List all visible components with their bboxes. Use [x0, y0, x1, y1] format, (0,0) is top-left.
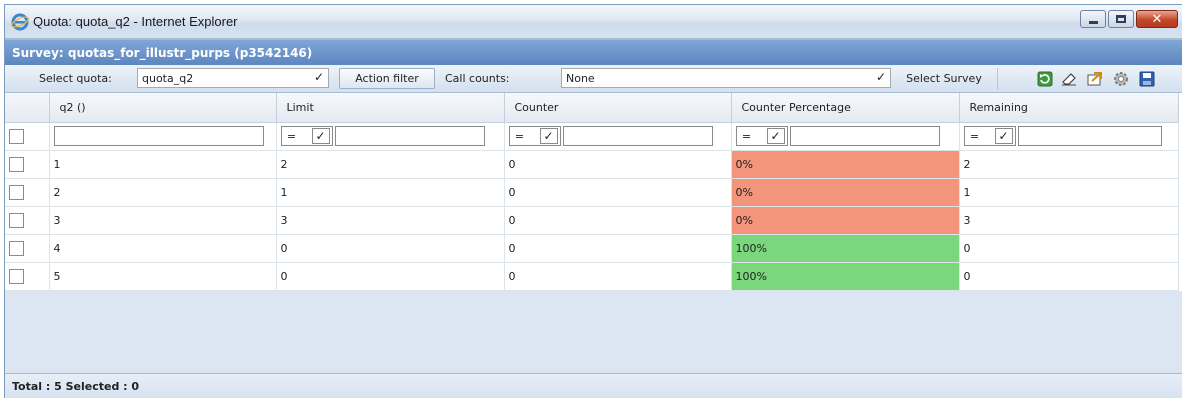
remaining-filter-operator[interactable]: = ✓: [963, 126, 1016, 146]
title-bar: Quota: quota_q2 - Internet Explorer ✕: [5, 5, 1182, 39]
maximize-button[interactable]: [1108, 10, 1134, 28]
cell-q2: 2: [49, 178, 277, 207]
select-survey-button[interactable]: Select Survey: [895, 68, 993, 89]
cell-remaining: 0: [959, 262, 1179, 291]
remaining-filter-input[interactable]: [1017, 126, 1162, 146]
gear-icon[interactable]: [1111, 69, 1131, 89]
counter-filter-input[interactable]: [562, 126, 713, 146]
table-row[interactable]: 2 1 0 0% 1: [5, 178, 1179, 207]
cell-limit: 0: [276, 262, 505, 291]
minimize-icon: [1088, 20, 1098, 24]
q2-filter-input[interactable]: [53, 126, 264, 146]
cell-limit: 0: [276, 234, 505, 263]
chevron-down-icon: ✓: [994, 128, 1013, 144]
select-quota-value: quota_q2: [142, 71, 194, 85]
refresh-icon[interactable]: [1035, 69, 1055, 89]
close-button[interactable]: ✕: [1136, 10, 1178, 28]
select-column-header: [5, 93, 50, 123]
cell-counter: 0: [504, 262, 732, 291]
cell-counter: 0: [504, 234, 732, 263]
chevron-down-icon: ✓: [311, 128, 330, 144]
eraser-icon[interactable]: [1059, 69, 1079, 89]
cell-q2: 4: [49, 234, 277, 263]
call-counts-label: Call counts:: [445, 72, 510, 85]
select-all-checkbox[interactable]: [9, 128, 24, 144]
cell-percentage: 0%: [731, 150, 960, 179]
column-header-limit[interactable]: Limit: [276, 93, 505, 123]
percentage-filter-operator[interactable]: = ✓: [735, 126, 788, 146]
percentage-filter-input[interactable]: [789, 126, 940, 146]
cell-remaining: 1: [959, 178, 1179, 207]
survey-title: Survey: quotas_for_illustr_purps (p35421…: [12, 45, 313, 60]
cell-remaining: 0: [959, 234, 1179, 263]
column-header-q2[interactable]: q2 (): [49, 93, 277, 123]
header-row: q2 () Limit Counter Counter Percentage R…: [5, 93, 1179, 123]
toolbar: Select quota: quota_q2 ✓ Action filter C…: [5, 65, 1182, 93]
cell-q2: 5: [49, 262, 277, 291]
cell-counter: 0: [504, 206, 732, 235]
total-selected-summary: Total : 5 Selected : 0: [12, 380, 140, 393]
row-checkbox[interactable]: [9, 240, 24, 256]
call-counts-value: None: [566, 71, 595, 85]
quota-grid: q2 () Limit Counter Counter Percentage R…: [5, 93, 1182, 291]
call-counts-dropdown[interactable]: None ✓: [561, 68, 891, 88]
column-header-counter-percentage[interactable]: Counter Percentage: [731, 93, 960, 123]
minimize-button[interactable]: [1080, 10, 1106, 28]
window-title: Quota: quota_q2 - Internet Explorer: [33, 14, 238, 29]
survey-header: Survey: quotas_for_illustr_purps (p35421…: [5, 39, 1182, 65]
chevron-down-icon: ✓: [875, 70, 886, 84]
grid-footer: Total : 5 Selected : 0: [5, 373, 1182, 398]
cell-percentage: 0%: [731, 206, 960, 235]
browser-window: Quota: quota_q2 - Internet Explorer ✕ Su…: [4, 4, 1182, 398]
maximize-icon: [1116, 15, 1126, 23]
cell-limit: 2: [276, 150, 505, 179]
table-row[interactable]: 5 0 0 100% 0: [5, 262, 1179, 291]
export-icon[interactable]: [1085, 69, 1105, 89]
table-row[interactable]: 3 3 0 0% 3: [5, 206, 1179, 235]
cell-percentage: 100%: [731, 234, 960, 263]
row-checkbox[interactable]: [9, 156, 24, 172]
window-controls: ✕: [1078, 10, 1178, 28]
chevron-down-icon: ✓: [766, 128, 785, 144]
action-filter-button[interactable]: Action filter: [339, 68, 435, 89]
cell-limit: 3: [276, 206, 505, 235]
chevron-down-icon: ✓: [539, 128, 558, 144]
column-header-counter[interactable]: Counter: [504, 93, 732, 123]
table-row[interactable]: 1 2 0 0% 2: [5, 150, 1179, 179]
cell-remaining: 2: [959, 150, 1179, 179]
chevron-down-icon: ✓: [313, 70, 324, 84]
select-quota-dropdown[interactable]: quota_q2 ✓: [137, 68, 329, 88]
table-row[interactable]: 4 0 0 100% 0: [5, 234, 1179, 263]
limit-filter-operator[interactable]: = ✓: [280, 126, 333, 146]
cell-remaining: 3: [959, 206, 1179, 235]
cell-percentage: 0%: [731, 178, 960, 207]
row-checkbox[interactable]: [9, 184, 24, 200]
column-header-remaining[interactable]: Remaining: [959, 93, 1179, 123]
row-checkbox[interactable]: [9, 268, 24, 284]
cell-percentage: 100%: [731, 262, 960, 291]
counter-filter-operator[interactable]: = ✓: [508, 126, 561, 146]
cell-q2: 3: [49, 206, 277, 235]
cell-counter: 0: [504, 178, 732, 207]
quota-table: q2 () Limit Counter Counter Percentage R…: [5, 93, 1179, 291]
limit-filter-input[interactable]: [334, 126, 485, 146]
row-checkbox[interactable]: [9, 212, 24, 228]
save-icon[interactable]: [1137, 69, 1157, 89]
select-quota-label: Select quota:: [39, 72, 112, 85]
filter-row: = ✓ = ✓ = ✓ = ✓: [5, 122, 1179, 151]
cell-q2: 1: [49, 150, 277, 179]
toolbar-divider: [997, 68, 998, 90]
internet-explorer-icon: [11, 13, 29, 31]
cell-counter: 0: [504, 150, 732, 179]
cell-limit: 1: [276, 178, 505, 207]
close-icon: ✕: [1151, 11, 1163, 27]
